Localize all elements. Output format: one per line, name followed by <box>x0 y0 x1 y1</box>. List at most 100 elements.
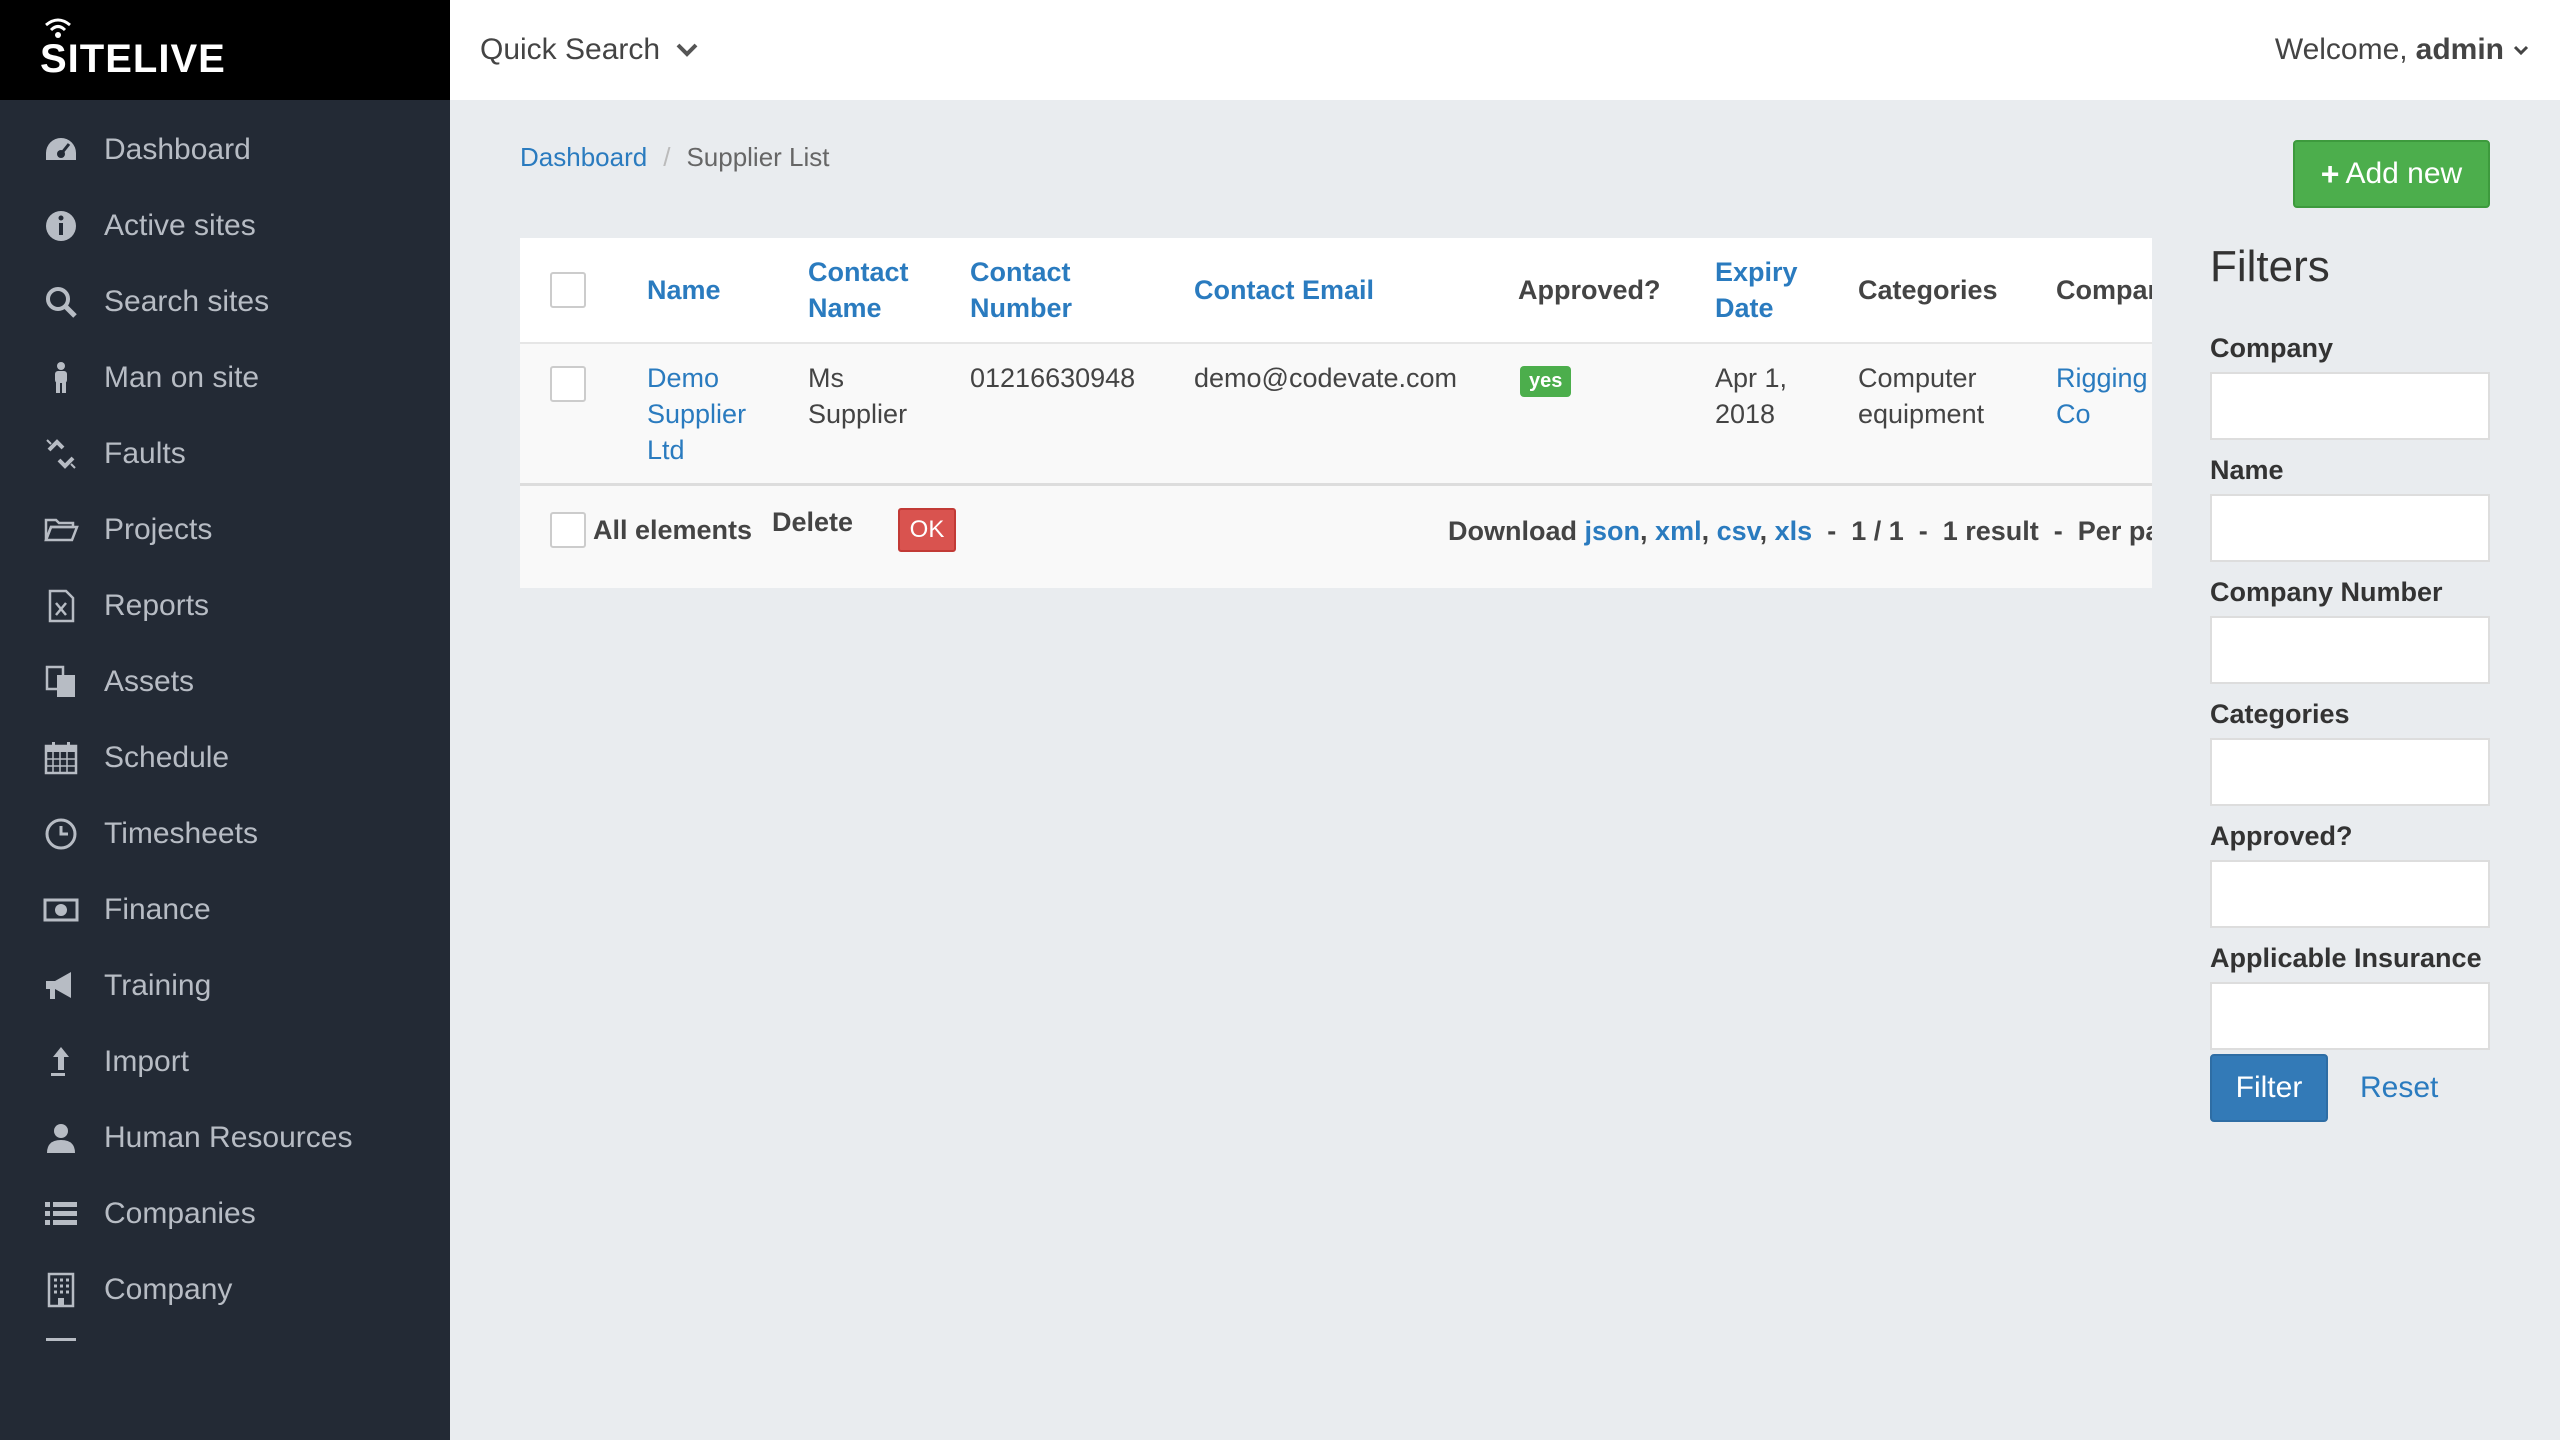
filter-approved-label: Approved? <box>2210 821 2353 851</box>
download-bar: Download json, xml, csv, xls - 1 / 1 - 1… <box>1448 516 2152 547</box>
sidebar-item-active-sites[interactable]: Active sites <box>0 188 450 264</box>
filter-company-group: Company <box>2210 330 2490 440</box>
column-header-contact-number[interactable]: Contact Number <box>970 254 1072 326</box>
filter-insurance-input[interactable] <box>2210 982 2490 1050</box>
sidebar: SITELIVE Dashboard Active sites Search s… <box>0 0 450 1440</box>
plus-icon: + <box>2320 155 2340 192</box>
filters-panel: Filters Company Name Company Number Cate… <box>2210 238 2490 1122</box>
add-new-label: Add new <box>2345 157 2463 190</box>
table-footer: All elements Delete OK Download json, xm… <box>520 486 2152 588</box>
select-all-checkbox[interactable] <box>550 272 586 308</box>
sidebar-item-dashboard[interactable]: Dashboard <box>0 112 450 188</box>
download-csv-link[interactable]: csv <box>1717 516 1760 546</box>
excel-file-icon <box>42 587 80 625</box>
filter-company-input[interactable] <box>2210 372 2490 440</box>
brand-name: SITELIVE <box>40 36 226 81</box>
sidebar-item-companies[interactable]: Companies <box>0 1176 450 1252</box>
reset-link[interactable]: Reset <box>2360 1071 2438 1105</box>
pagination-info: 1 / 1 <box>1851 516 1904 546</box>
sidebar-item-import[interactable]: Import <box>0 1024 450 1100</box>
column-header-expiry-date[interactable]: Expiry Date <box>1715 254 1798 326</box>
breadcrumb: Dashboard / Supplier List <box>520 142 830 173</box>
sitelive-logo[interactable]: SITELIVE <box>40 18 226 82</box>
sidebar-item-label: Schedule <box>104 741 230 774</box>
user-menu[interactable]: Welcome, admin <box>2275 33 2530 67</box>
supplier-table: Name Contact Name Contact Number Contact E… <box>520 238 2152 588</box>
result-count: 1 result <box>1942 516 2039 546</box>
sidebar-item-label: Company <box>104 1273 233 1306</box>
row-checkbox[interactable] <box>550 366 586 402</box>
sidebar-overflow-indicator <box>46 1338 76 1341</box>
filter-name-group: Name <box>2210 452 2490 562</box>
sidebar-item-man-on-site[interactable]: Man on site <box>0 340 450 416</box>
supplier-name-link[interactable]: Demo Supplier Ltd <box>647 360 746 468</box>
sidebar-item-faults[interactable]: Faults <box>0 416 450 492</box>
filter-company-number-label: Company Number <box>2210 577 2443 607</box>
sidebar-item-label: Projects <box>104 513 213 546</box>
column-header-contact-email[interactable]: Contact Email <box>1194 272 1374 308</box>
breadcrumb-current: Supplier List <box>686 142 830 172</box>
sidebar-item-label: Dashboard <box>104 133 251 166</box>
batch-ok-button[interactable]: OK <box>898 508 956 552</box>
all-elements-checkbox[interactable] <box>550 512 586 548</box>
contact-number-cell: 01216630948 <box>970 363 1136 393</box>
sidebar-item-label: Faults <box>104 437 186 470</box>
list-icon <box>42 1195 80 1233</box>
username: admin <box>2415 33 2504 66</box>
table-header: Name Contact Name Contact Number Contact E… <box>520 238 2152 344</box>
column-header-name[interactable]: Name <box>647 272 721 308</box>
all-elements-label: All elements <box>593 515 753 545</box>
upload-arrow-icon <box>42 1043 80 1081</box>
add-new-button[interactable]: + Add new <box>2293 140 2490 208</box>
sidebar-nav: Dashboard Active sites Search sites Man … <box>0 100 450 1328</box>
quick-search-dropdown[interactable]: Quick Search <box>480 33 700 67</box>
download-json-link[interactable]: json <box>1585 516 1641 546</box>
sidebar-item-schedule[interactable]: Schedule <box>0 720 450 796</box>
folder-icon <box>42 511 80 549</box>
dashboard-icon <box>42 131 80 169</box>
download-xls-link[interactable]: xls <box>1775 516 1813 546</box>
approved-badge: yes <box>1520 366 1572 397</box>
sidebar-item-label: Timesheets <box>104 817 258 850</box>
categories-cell: Computer equipment <box>1858 363 1985 429</box>
sidebar-item-human-resources[interactable]: Human Resources <box>0 1100 450 1176</box>
filter-name-input[interactable] <box>2210 494 2490 562</box>
wifi-icon <box>45 18 71 38</box>
filter-categories-input[interactable] <box>2210 738 2490 806</box>
contact-email-cell: demo@codevate.com <box>1194 363 1458 393</box>
filters-title: Filters <box>2210 242 2330 291</box>
sidebar-item-label: Training <box>104 969 212 1002</box>
megaphone-icon <box>42 967 80 1005</box>
sidebar-item-company[interactable]: Company <box>0 1252 450 1328</box>
batch-action-select[interactable]: Delete <box>772 504 853 540</box>
sidebar-item-timesheets[interactable]: Timesheets <box>0 796 450 872</box>
column-header-contact-name[interactable]: Contact Name <box>808 254 909 326</box>
breadcrumb-dashboard-link[interactable]: Dashboard <box>520 142 647 173</box>
sidebar-item-projects[interactable]: Projects <box>0 492 450 568</box>
calendar-icon <box>42 739 80 777</box>
sidebar-item-search-sites[interactable]: Search sites <box>0 264 450 340</box>
filter-company-number-group: Company Number <box>2210 574 2490 684</box>
filter-company-number-input[interactable] <box>2210 616 2490 684</box>
filter-button[interactable]: Filter <box>2210 1054 2328 1122</box>
sidebar-item-finance[interactable]: Finance <box>0 872 450 948</box>
chevron-down-icon <box>676 43 698 57</box>
person-icon <box>42 359 80 397</box>
quick-search-label: Quick Search <box>480 33 661 66</box>
sidebar-item-label: Active sites <box>104 209 256 242</box>
money-icon <box>42 891 80 929</box>
download-label: Download <box>1448 516 1577 546</box>
sidebar-item-training[interactable]: Training <box>0 948 450 1024</box>
info-icon <box>42 207 80 245</box>
sidebar-item-assets[interactable]: Assets <box>0 644 450 720</box>
sidebar-item-reports[interactable]: Reports <box>0 568 450 644</box>
download-xml-link[interactable]: xml <box>1655 516 1702 546</box>
company-link[interactable]: Rigging Co <box>2056 360 2148 432</box>
breadcrumb-separator: / <box>663 142 671 172</box>
sidebar-item-label: Human Resources <box>104 1121 353 1154</box>
user-icon <box>42 1119 80 1157</box>
sidebar-item-label: Reports <box>104 589 210 622</box>
filter-approved-input[interactable] <box>2210 860 2490 928</box>
welcome-text: Welcome, <box>2274 33 2408 66</box>
sidebar-item-label: Assets <box>104 665 195 698</box>
